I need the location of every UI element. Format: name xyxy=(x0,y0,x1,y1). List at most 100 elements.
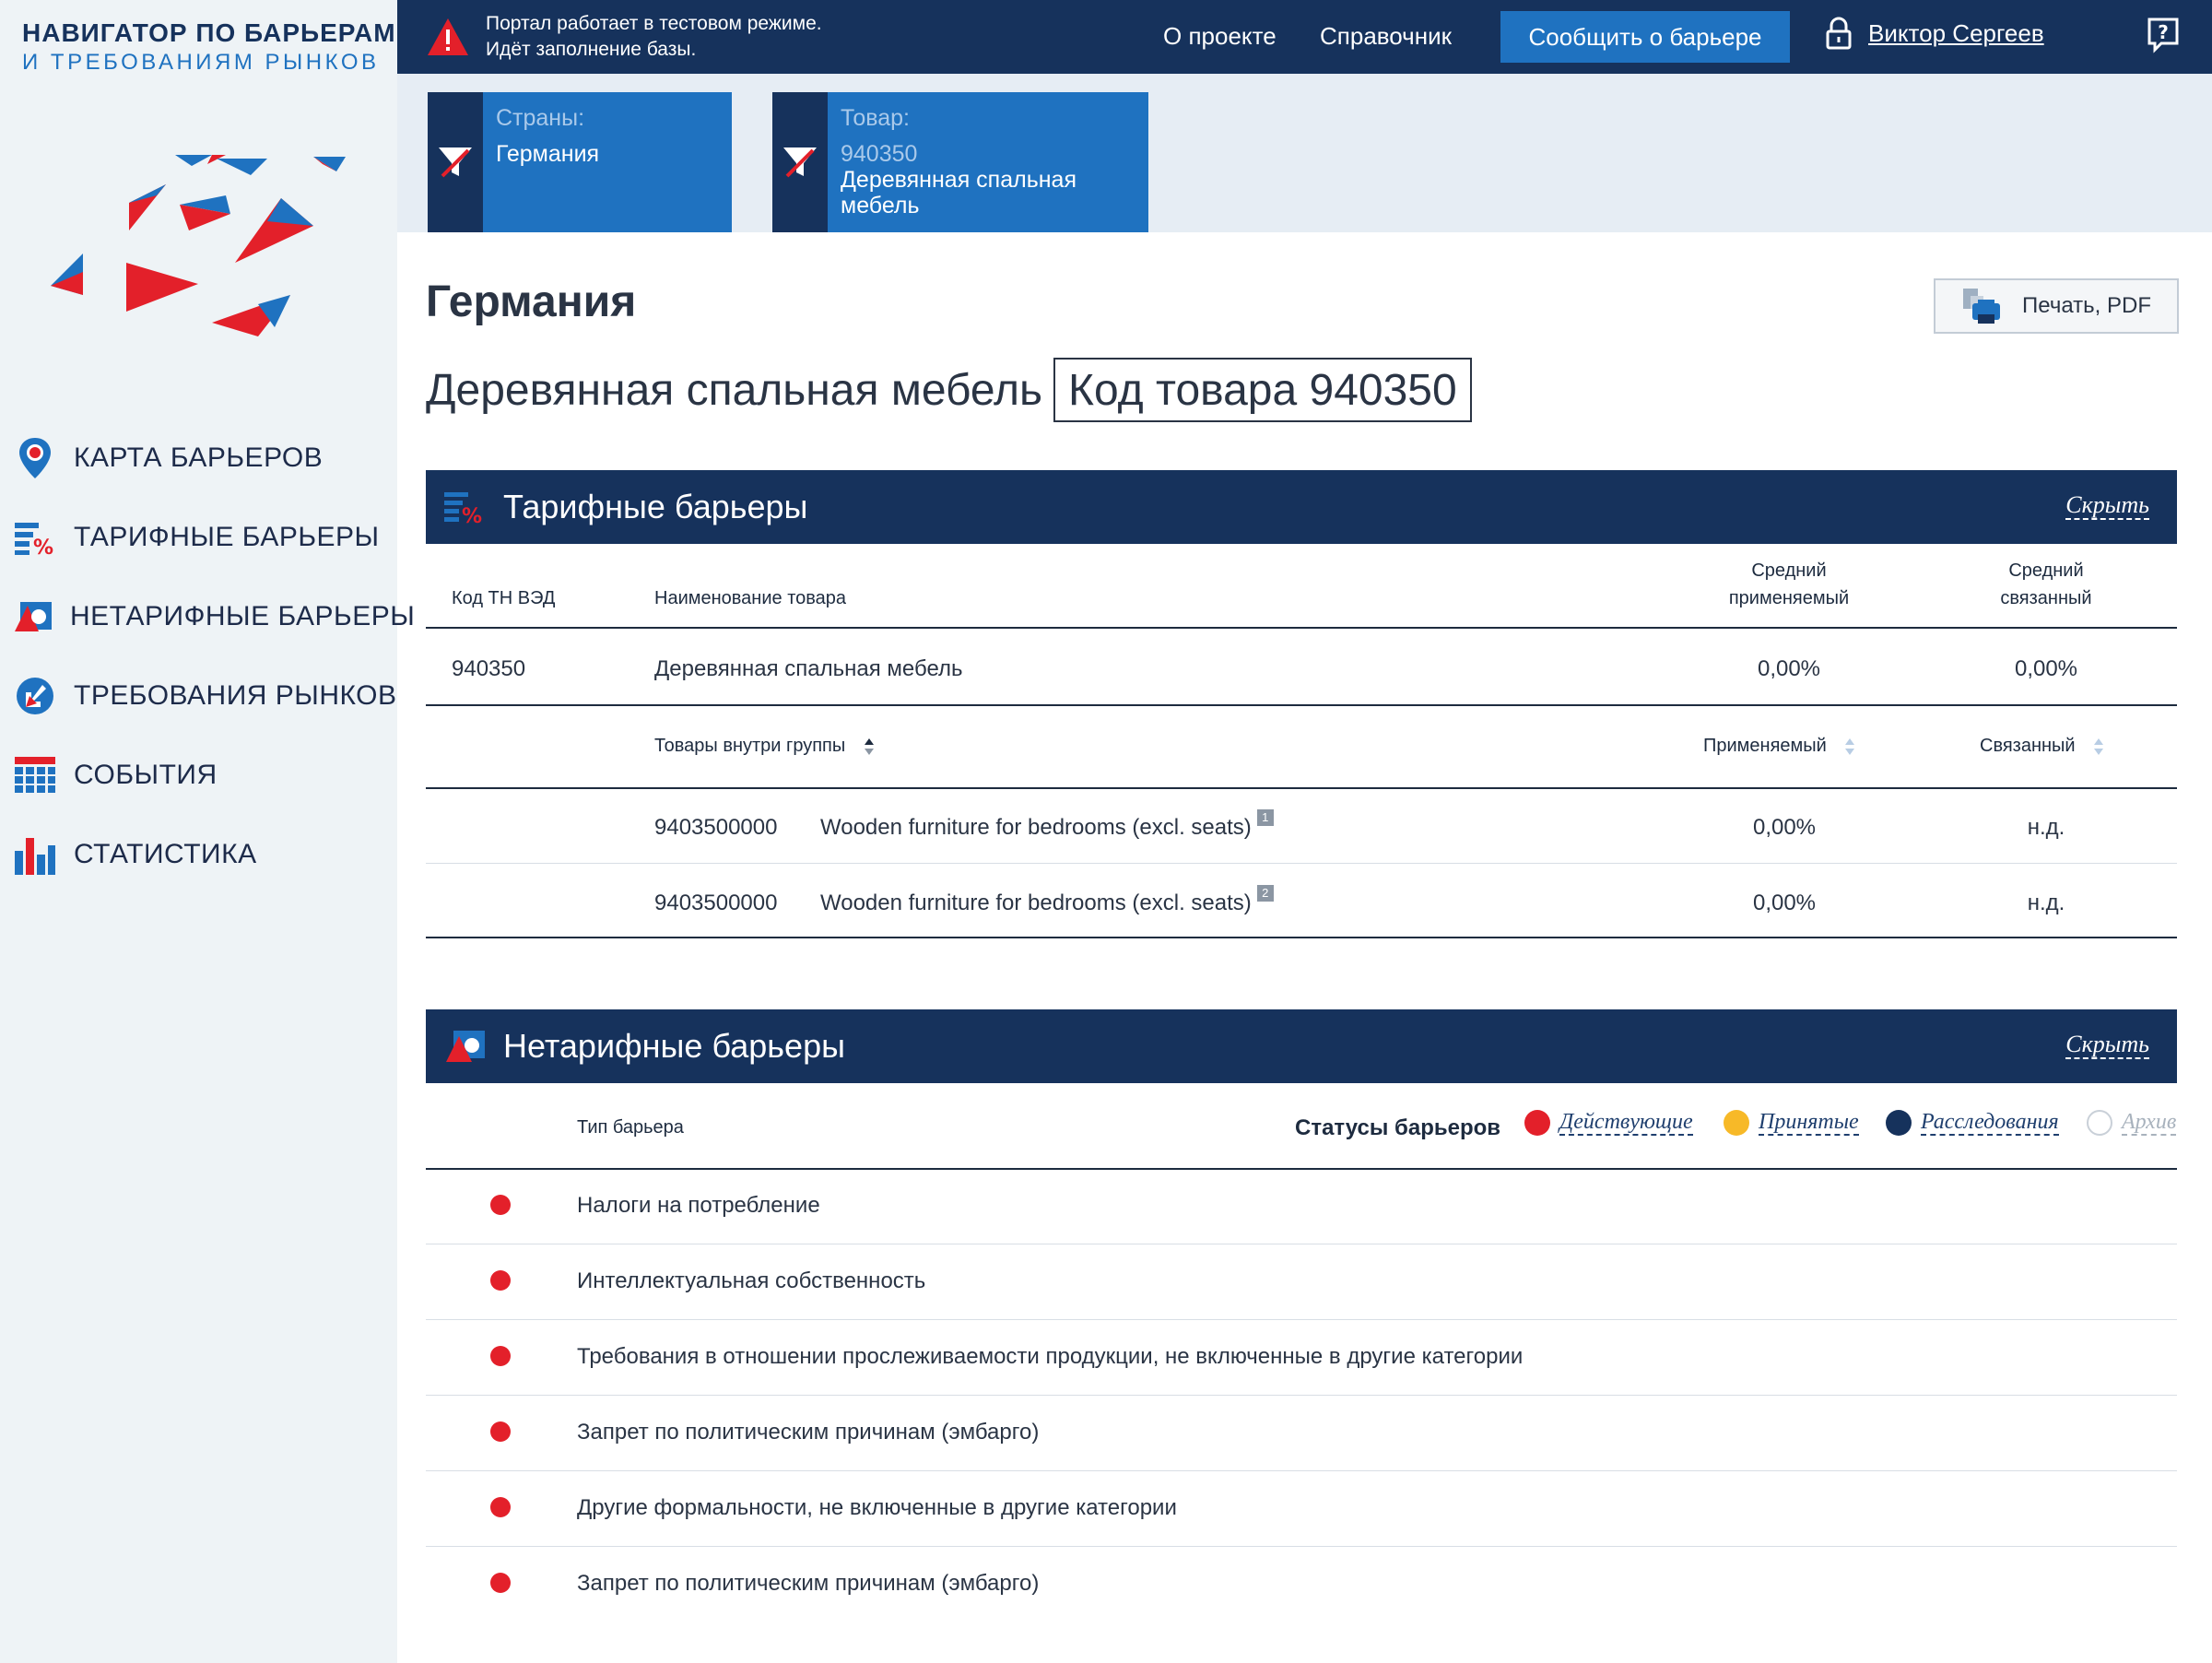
tariff-section-header: % Тарифные барьеры Скрыть xyxy=(426,470,2177,544)
chart-icon xyxy=(13,832,57,877)
barrier-row-label[interactable]: Запрет по политическим причинам (эмбарго… xyxy=(577,1420,1039,1445)
barrier-type-header: Тип барьера xyxy=(577,1117,684,1138)
top-bar: Портал работает в тестовом режиме. Идёт … xyxy=(397,0,2212,74)
sub-row-bound: н.д. xyxy=(2027,890,2065,915)
sub-header-bound[interactable]: Связанный xyxy=(1980,736,2104,757)
status-dot-active xyxy=(490,1573,511,1593)
nontariff-section-title: Нетарифные барьеры xyxy=(503,1027,845,1065)
sidebar-item-label: КАРТА БАРЬЕРОВ xyxy=(74,442,324,473)
sidebar-item-nontariff[interactable]: НЕТАРИФНЫЕ БАРЬЕРЫ xyxy=(0,577,415,656)
nontariff-icon xyxy=(13,595,53,639)
sort-icon[interactable] xyxy=(864,737,875,756)
notice-line-1: Портал работает в тестовом режиме. xyxy=(486,13,822,34)
status-adopted[interactable]: Принятые xyxy=(1724,1110,1859,1136)
sub-header-bound-label: Связанный xyxy=(1980,736,2076,756)
sort-icon[interactable] xyxy=(2093,737,2104,756)
divider xyxy=(426,937,2177,938)
barrier-row-label[interactable]: Запрет по политическим причинам (эмбарго… xyxy=(577,1571,1039,1597)
sidebar-item-events[interactable]: СОБЫТИЯ xyxy=(0,736,397,815)
report-barrier-button[interactable]: Сообщить о барьере xyxy=(1500,11,1790,63)
tariff-icon: % xyxy=(444,492,482,524)
help-icon[interactable]: ? xyxy=(2147,17,2180,57)
sub-row-name: Wooden furniture for bedrooms (excl. sea… xyxy=(820,809,1274,841)
product-filter-name-1: Деревянная спальная xyxy=(841,167,1077,193)
status-dot-active xyxy=(490,1270,511,1291)
map-pin-icon xyxy=(13,436,57,480)
barrier-row-label[interactable]: Требования в отношении прослеживаемости … xyxy=(577,1344,1523,1370)
barrier-row-label[interactable]: Другие формальности, не включенные в дру… xyxy=(577,1495,1177,1521)
tariff-hide-link[interactable]: Скрыть xyxy=(2065,492,2149,520)
status-dot-active xyxy=(490,1195,511,1215)
svg-text:%: % xyxy=(33,537,53,556)
brand[interactable]: НАВИГАТОР ПО БАРЬЕРАМ И ТРЕБОВАНИЯМ РЫНК… xyxy=(22,18,395,76)
filter-strip: Страны: Германия Товар: 940350 Деревянна… xyxy=(397,74,2212,232)
sub-row-applied: 0,00% xyxy=(1752,815,1817,840)
tariff-section-title: Тарифные барьеры xyxy=(503,488,808,525)
status-investigations-label: Расследования xyxy=(1921,1110,2059,1136)
product-code-box: Код товара 940350 xyxy=(1053,358,1472,422)
product-name: Деревянная спальная мебель xyxy=(426,365,1043,415)
sidebar-item-label: НЕТАРИФНЫЕ БАРЬЕРЫ xyxy=(70,601,416,631)
sub-row-name: Wooden furniture for bedrooms (excl. sea… xyxy=(820,885,1274,916)
status-dot-active xyxy=(490,1346,511,1366)
divider xyxy=(426,627,2177,629)
footnote-badge[interactable]: 2 xyxy=(1256,885,1274,902)
nontariff-section-header: Нетарифные барьеры Скрыть xyxy=(426,1009,2177,1083)
svg-text:%: % xyxy=(462,505,482,524)
sub-header-applied[interactable]: Применяемый xyxy=(1703,736,1855,757)
sort-icon[interactable] xyxy=(1844,737,1855,756)
sidebar-item-label: СОБЫТИЯ xyxy=(74,760,218,790)
status-dot-active xyxy=(490,1497,511,1517)
sidebar-item-tariff[interactable]: % ТАРИФНЫЕ БАРЬЕРЫ xyxy=(0,498,397,577)
divider xyxy=(426,1546,2177,1547)
product-filter-card[interactable]: Товар: 940350 Деревянная спальная мебель xyxy=(772,92,1148,232)
barrier-statuses-label: Статусы барьеров xyxy=(1295,1115,1501,1140)
sidebar: НАВИГАТОР ПО БАРЬЕРАМ И ТРЕБОВАНИЯМ РЫНК… xyxy=(0,0,415,1663)
calendar-icon xyxy=(13,753,57,797)
status-archive[interactable]: Архив xyxy=(2087,1110,2177,1136)
status-dot-active xyxy=(490,1421,511,1442)
sidebar-item-barrier-map[interactable]: КАРТА БАРЬЕРОВ xyxy=(0,419,397,498)
sidebar-item-requirements[interactable]: ТРЕБОВАНИЯ РЫНКОВ xyxy=(0,656,397,736)
tariff-row-name: Деревянная спальная мебель xyxy=(654,656,963,681)
divider xyxy=(426,863,2177,864)
sub-header-group[interactable]: Товары внутри группы xyxy=(654,736,875,757)
col-header-avg-bound-1: Средний xyxy=(2008,560,2084,581)
reference-link[interactable]: Справочник xyxy=(1320,22,1452,51)
tariff-row-code: 940350 xyxy=(452,656,526,681)
status-dot-yellow xyxy=(1724,1110,1749,1136)
sidebar-item-label: СТАТИСТИКА xyxy=(74,839,257,869)
sidebar-item-label: ТРЕБОВАНИЯ РЫНКОВ xyxy=(74,680,397,711)
sub-header-group-label: Товары внутри группы xyxy=(654,736,846,756)
filter-remove-icon[interactable] xyxy=(772,92,828,232)
col-header-avg-applied-1: Средний xyxy=(1751,560,1827,581)
status-dot-empty xyxy=(2087,1110,2112,1136)
brand-subtitle: И ТРЕБОВАНИЯМ РЫНКОВ xyxy=(22,50,380,75)
logo-icon xyxy=(51,155,346,336)
barrier-row-label[interactable]: Интеллектуальная собственность xyxy=(577,1268,925,1294)
requirements-icon xyxy=(13,674,57,718)
barrier-row-label[interactable]: Налоги на потребление xyxy=(577,1193,820,1219)
status-investigations[interactable]: Расследования xyxy=(1886,1110,2059,1136)
status-active[interactable]: Действующие xyxy=(1524,1110,1693,1136)
tariff-row-applied: 0,00% xyxy=(1757,656,1821,681)
sidebar-nav: КАРТА БАРЬЕРОВ % ТАРИФНЫЕ БАРЬЕРЫ НЕТАРИ… xyxy=(0,419,415,894)
divider xyxy=(426,1395,2177,1396)
country-filter-card[interactable]: Страны: Германия xyxy=(428,92,732,232)
sub-row-applied: 0,00% xyxy=(1752,890,1817,915)
about-link[interactable]: О проекте xyxy=(1163,22,1277,51)
print-icon xyxy=(1963,289,2001,324)
nontariff-hide-link[interactable]: Скрыть xyxy=(2065,1032,2149,1059)
country-filter-caption: Страны: xyxy=(496,105,585,131)
sub-row-name-text: Wooden furniture for bedrooms (excl. sea… xyxy=(820,815,1252,840)
warning-icon xyxy=(428,18,468,55)
print-pdf-button[interactable]: Печать, PDF xyxy=(1934,278,2179,334)
sidebar-item-statistics[interactable]: СТАТИСТИКА xyxy=(0,815,397,894)
filter-remove-icon[interactable] xyxy=(428,92,483,232)
divider xyxy=(426,1470,2177,1471)
user-menu[interactable]: Виктор Сергеев xyxy=(1826,17,2044,50)
product-filter-code: 940350 xyxy=(841,141,918,167)
print-pdf-label: Печать, PDF xyxy=(2022,293,2151,318)
tariff-row-bound: 0,00% xyxy=(2014,656,2078,681)
footnote-badge[interactable]: 1 xyxy=(1256,809,1274,826)
